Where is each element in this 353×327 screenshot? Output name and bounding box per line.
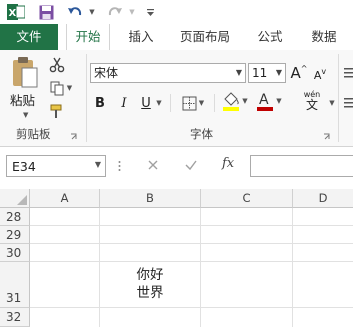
formula-buttons: fx [134,155,248,177]
font-name-value: 宋体 [94,66,119,80]
row-header-29[interactable]: 29 [0,226,30,244]
paste-button[interactable]: 粘贴 ▼ [8,56,42,119]
column-header-b[interactable]: B [100,189,201,208]
worksheet-grid[interactable]: A B C D 28 29 30 31 32 你好 世界 [0,189,353,327]
formula-input[interactable] [250,155,353,177]
font-size-value: 11 [252,66,268,80]
svg-text:X: X [9,8,17,19]
font-group-label: 字体 [190,127,213,141]
row-header-28[interactable]: 28 [0,208,30,226]
cancel-icon[interactable] [146,158,162,174]
font-divider [214,94,215,112]
cell-b31[interactable]: 你好 世界 [100,262,200,307]
increase-font-glyph: A [290,64,301,82]
select-all-corner[interactable] [0,189,30,208]
name-box-dropdown-icon[interactable]: ▼ [95,160,101,169]
ribbon-home: 粘贴 ▼ ▼ 剪贴板 宋体 ▼ 11 ▼ A^ Av B I U ▼ ▼ ▼ [0,50,353,147]
format-painter-icon [50,104,62,118]
tab-page-layout[interactable]: 页面布局 [172,24,238,50]
underline-dropdown-icon[interactable]: ▼ [153,92,163,114]
font-size-combo[interactable]: 11 ▼ [248,63,286,83]
customize-icon[interactable] [144,2,156,22]
formula-bar: E34 ▼ fx [0,147,353,190]
name-box-value: E34 [12,159,36,174]
paste-dropdown-icon: ▼ [23,111,29,119]
redo-icon[interactable] [104,2,126,22]
borders-icon [182,96,197,110]
cell-b31-line1: 你好 [136,267,164,283]
underline-button[interactable]: U [139,92,153,114]
column-header-c[interactable]: C [201,189,293,208]
name-box[interactable]: E34 ▼ [6,155,106,177]
phonetic-dropdown-icon[interactable]: ▼ [326,92,336,114]
tab-home[interactable]: 开始 [66,24,110,51]
copy-icon [50,81,64,95]
redo-dropdown-icon[interactable]: ▼ [126,2,136,22]
column-header-a[interactable]: A [30,189,100,208]
tab-data[interactable]: 数据 [302,24,346,50]
svg-text:A: A [259,92,269,108]
gridline [30,225,353,226]
tab-file[interactable]: 文件 [0,24,58,50]
fill-color-button[interactable]: ▼ [220,90,250,112]
gridline [200,208,201,327]
bold-button[interactable]: B [93,92,107,114]
alignment-group-partial[interactable] [343,64,353,124]
font-size-dropdown-icon[interactable]: ▼ [273,64,285,82]
cut-button[interactable] [46,54,68,76]
save-icon[interactable] [36,2,56,22]
paste-icon [13,57,38,88]
increase-font-button[interactable]: A ^ [290,62,308,84]
phonetic-guide-button[interactable]: wén 文 [296,90,328,112]
row-header-32[interactable]: 32 [0,308,30,327]
group-divider [338,54,339,142]
row-header-30[interactable]: 30 [0,244,30,262]
enter-icon[interactable] [184,158,200,174]
font-name-dropdown-icon[interactable]: ▼ [233,64,245,82]
row-header-31[interactable]: 31 [0,262,30,308]
tab-formulas[interactable]: 公式 [248,24,292,50]
clipboard-launcher-icon[interactable] [70,130,78,140]
borders-button[interactable]: ▼ [178,92,208,114]
undo-dropdown-icon[interactable]: ▼ [86,2,96,22]
font-color-icon: A [257,92,274,111]
quick-access-toolbar: X ▼ ▼ [0,0,353,24]
font-color-button[interactable]: A ▼ [254,90,284,112]
excel-logo-icon: X [6,2,26,22]
clipboard-group-label: 剪贴板 [16,127,51,141]
gridline [292,208,293,327]
font-divider [170,94,171,112]
fill-bucket-icon [223,92,240,111]
format-painter-button[interactable] [46,100,68,122]
decrease-font-button[interactable]: Av [311,64,329,86]
decrease-font-glyph: A [313,68,322,82]
column-header-d[interactable]: D [293,189,353,208]
ribbon-tabs: 文件 开始 插入 页面布局 公式 数据 [0,24,353,51]
font-launcher-icon[interactable] [323,130,331,140]
group-divider [86,54,87,142]
tab-insert[interactable]: 插入 [118,24,164,50]
scissors-icon [49,57,65,73]
insert-function-icon[interactable]: fx [222,156,234,171]
italic-button[interactable]: I [117,92,131,114]
undo-icon[interactable] [64,2,86,22]
gridline [30,307,353,308]
formula-bar-grip-icon [118,160,121,172]
phonetic-char: 文 [305,98,318,112]
cell-b31-line2: 世界 [136,285,164,301]
copy-button[interactable]: ▼ [46,77,76,99]
font-name-combo[interactable]: 宋体 ▼ [90,63,246,83]
gridline [30,243,353,244]
